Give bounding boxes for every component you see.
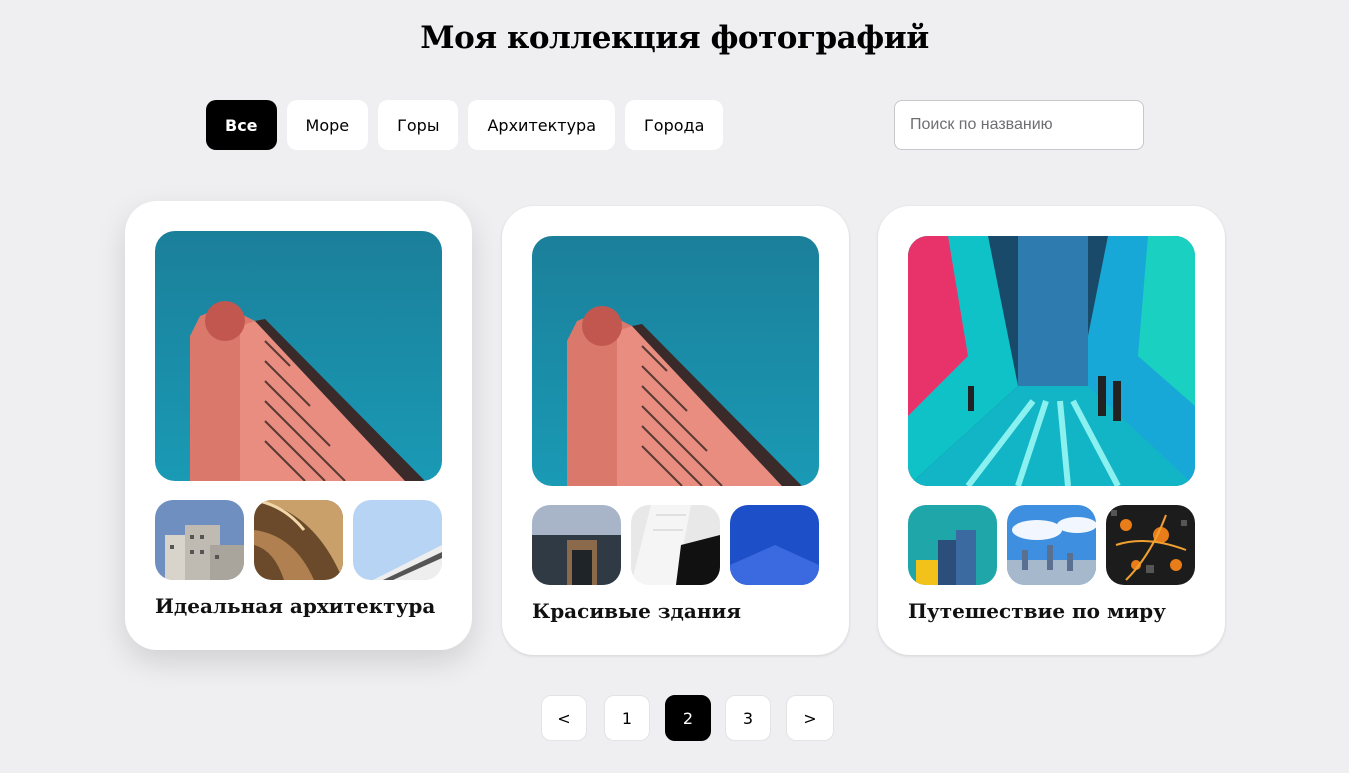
thumbnail-image[interactable] xyxy=(908,505,997,585)
thumbnail-image[interactable] xyxy=(155,500,244,580)
page-2-button[interactable]: 2 xyxy=(665,695,711,741)
page-1-button[interactable]: 1 xyxy=(604,695,650,741)
thumbnail-image[interactable] xyxy=(532,505,621,585)
page-3-button[interactable]: 3 xyxy=(725,695,771,741)
card-title: Путешествие по миру xyxy=(908,599,1166,623)
thumbnail-image[interactable] xyxy=(631,505,720,585)
collection-card[interactable]: Путешествие по миру xyxy=(878,206,1225,655)
search-input[interactable] xyxy=(894,100,1144,150)
page-title: Моя коллекция фотографий xyxy=(420,20,929,56)
cover-image xyxy=(908,236,1195,486)
filter-architecture-button[interactable]: Архитектура xyxy=(468,100,616,150)
filter-mountains-button[interactable]: Горы xyxy=(378,100,459,150)
filter-all-button[interactable]: Все xyxy=(206,100,277,150)
thumbnail-image[interactable] xyxy=(1007,505,1096,585)
thumbnail-image[interactable] xyxy=(1106,505,1195,585)
card-title: Идеальная архитектура xyxy=(155,594,436,618)
collection-card[interactable]: Идеальная архитектура xyxy=(125,201,472,650)
cover-image xyxy=(532,236,819,486)
filter-sea-button[interactable]: Море xyxy=(286,100,369,150)
card-title: Красивые здания xyxy=(532,599,742,623)
category-filters: Все Море Горы Архитектура Города xyxy=(206,100,724,150)
thumbnail-image[interactable] xyxy=(730,505,819,585)
collection-card[interactable]: Красивые здания xyxy=(502,206,849,655)
thumbnail-image[interactable] xyxy=(353,500,442,580)
prev-page-button[interactable]: < xyxy=(541,695,587,741)
next-page-button[interactable]: > xyxy=(786,695,834,741)
thumbnail-image[interactable] xyxy=(254,500,343,580)
cover-image xyxy=(155,231,442,481)
filter-cities-button[interactable]: Города xyxy=(625,100,724,150)
